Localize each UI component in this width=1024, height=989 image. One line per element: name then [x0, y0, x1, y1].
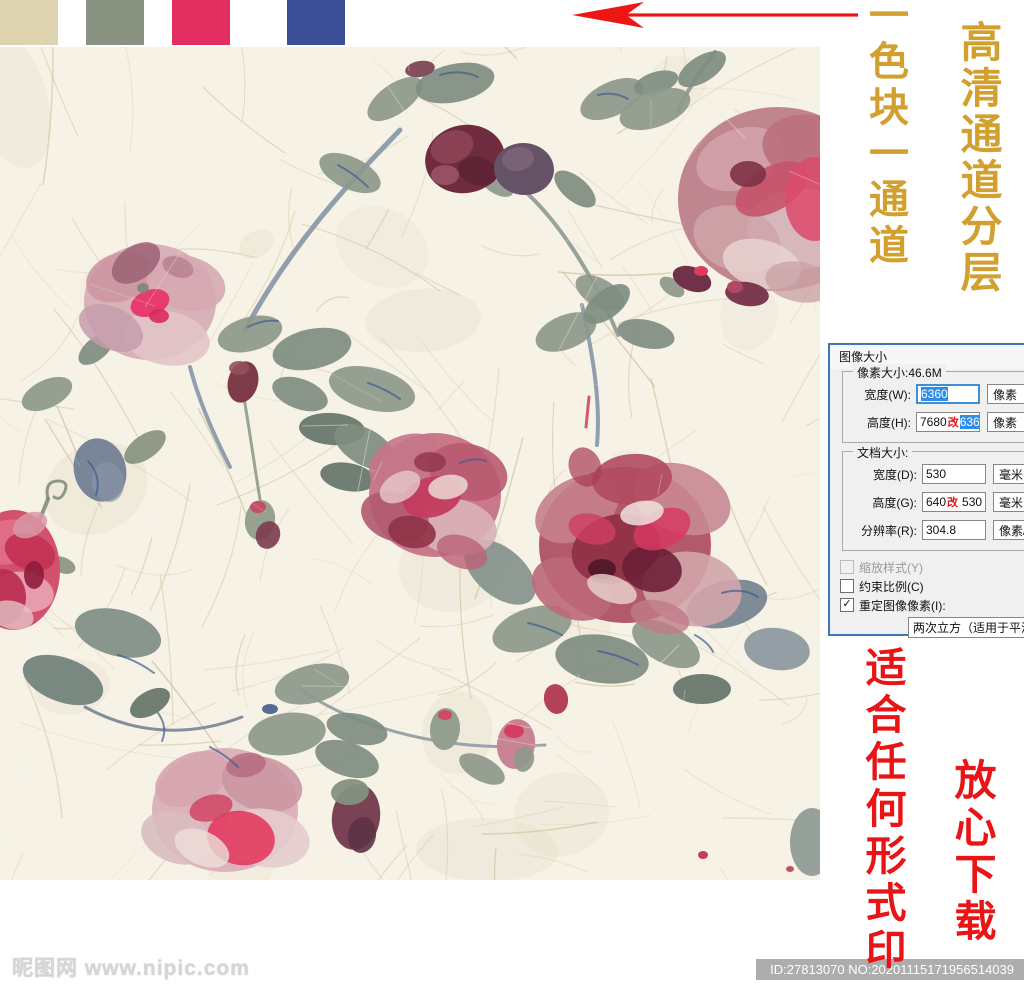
- scale-styles-checkbox-label: 缩放样式(Y): [859, 560, 923, 575]
- image-size-dialog: 图像大小 像素大小:46.6M 宽度(W): 6360 像素 高度(H): 7680 改 6…: [828, 343, 1024, 638]
- document-size-group: 文档大小: 宽度(D): 530 毫米 高度(G): 640 改 530 毫米 分辨率(R): 3…: [842, 444, 1024, 551]
- resolution-input[interactable]: 304.8: [922, 520, 986, 540]
- pixel-height-unit-select[interactable]: 像素: [987, 412, 1024, 432]
- doc-height-input[interactable]: 640 改 530: [922, 492, 986, 512]
- doc-width-row: 宽度(D): 530 毫米: [847, 463, 1024, 485]
- document-size-label: 文档大小:: [853, 444, 913, 461]
- scale-styles-checkbox: [840, 560, 854, 574]
- constrain-proportions-checkbox[interactable]: [840, 579, 854, 593]
- color-swatch-sage: [86, 0, 144, 45]
- left-arrow-icon: [572, 2, 858, 28]
- pixel-width-unit-select[interactable]: 像素: [987, 384, 1024, 404]
- floral-pattern-image: [0, 47, 820, 880]
- doc-width-input[interactable]: 530: [922, 464, 986, 484]
- doc-height-edit-mark: 改: [947, 497, 959, 509]
- gold-caption-right: 高清通道分层: [954, 20, 1003, 296]
- red-caption-right: 放心下载: [948, 758, 997, 946]
- doc-height-row: 高度(G): 640 改 530 毫米: [847, 491, 1024, 513]
- resolution-label: 分辨率(R):: [861, 523, 917, 538]
- pixel-width-label: 宽度(W):: [864, 387, 911, 402]
- resample-image-checkbox-label: 重定图像像素(I):: [859, 598, 946, 613]
- pixel-height-row: 高度(H): 7680改6360 像素: [847, 411, 1024, 433]
- red-caption-left: 适合任何形式印: [858, 646, 906, 975]
- pixel-height-edit-mark: 改: [947, 417, 959, 429]
- site-watermark: 昵图网 www.nipic.com: [12, 957, 250, 980]
- doc-height-label: 高度(G):: [872, 495, 917, 510]
- resolution-unit-select[interactable]: 像素/英寸: [993, 520, 1024, 540]
- doc-height-unit-select[interactable]: 毫米: [993, 492, 1024, 512]
- color-swatch-pink: [172, 0, 230, 45]
- pixel-height-label: 高度(H):: [867, 415, 911, 430]
- constrain-proportions-checkbox-label: 约束比例(C): [859, 579, 924, 594]
- pixel-dimensions-label: 像素大小:46.6M: [853, 364, 946, 381]
- scale-styles-checkbox-row: 缩放样式(Y): [840, 559, 1024, 575]
- color-swatch-beige: [0, 0, 58, 45]
- resolution-row: 分辨率(R): 304.8 像素/英寸: [847, 519, 1024, 541]
- doc-width-label: 宽度(D):: [873, 467, 917, 482]
- pixel-width-input[interactable]: 6360: [916, 384, 980, 404]
- resample-method-dropdown[interactable]: 两次立方（适用于平滑渐变: [908, 617, 1024, 638]
- pixel-height-input[interactable]: 7680改6360: [916, 412, 980, 432]
- gold-caption-left: 一色块一通道: [862, 0, 909, 270]
- doc-width-unit-select[interactable]: 毫米: [993, 464, 1024, 484]
- color-swatch-navy: [287, 0, 345, 45]
- resample-image-checkbox-row: ✓ 重定图像像素(I):: [840, 597, 1024, 613]
- resample-image-checkbox[interactable]: ✓: [840, 598, 854, 612]
- pixel-width-row: 宽度(W): 6360 像素: [847, 383, 1024, 405]
- pixel-dimensions-group: 像素大小:46.6M 宽度(W):6360像素高度(H):7680改6360像素: [842, 364, 1024, 443]
- constrain-proportions-checkbox-row: 约束比例(C): [840, 578, 1024, 594]
